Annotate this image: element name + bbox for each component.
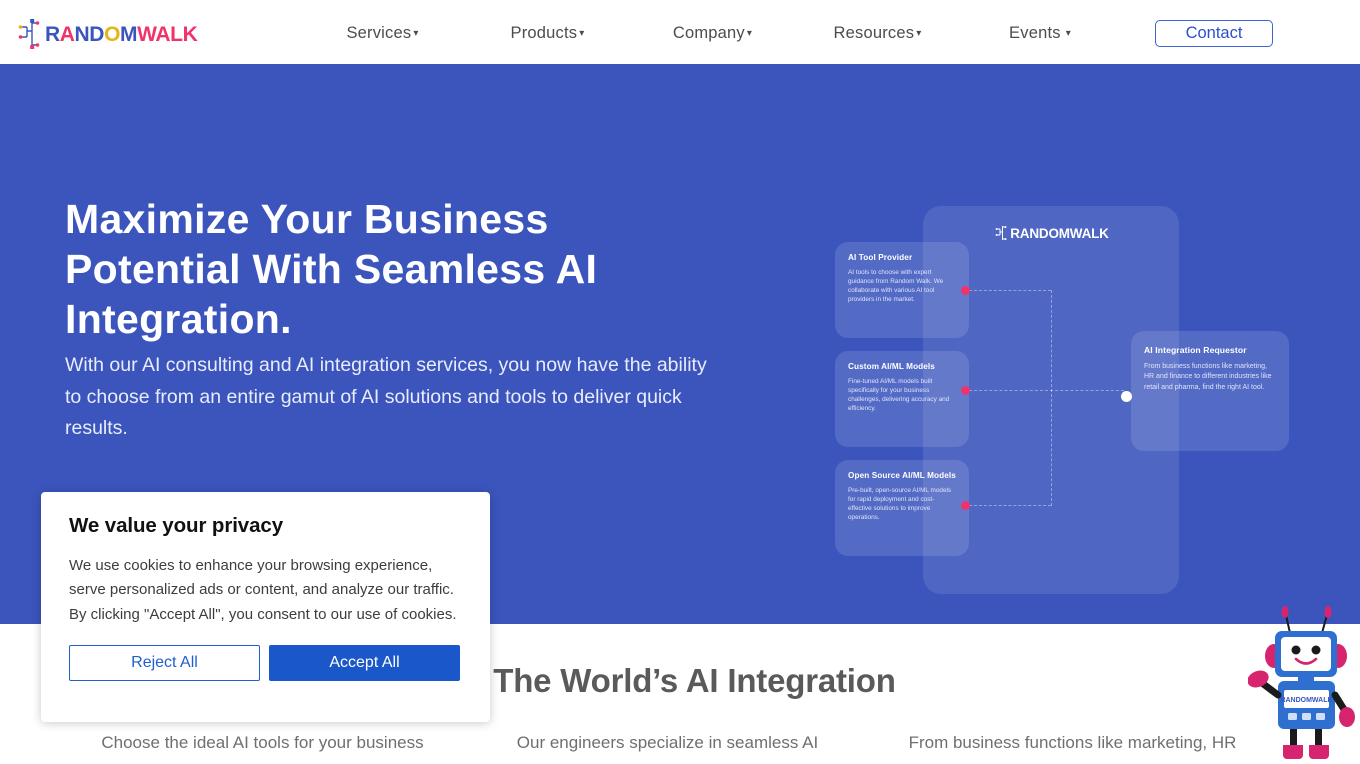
chevron-down-icon: ▾ (746, 28, 753, 39)
diagram-brand-logo: RANDOMWALK (952, 222, 1152, 244)
randomwalk-logo[interactable]: RANDOMWALK (18, 12, 198, 56)
feature-column-3: From business functions like marketing, … (908, 733, 1237, 752)
feature-columns: Choose the ideal AI tools for your busin… (0, 730, 1360, 756)
reject-all-button[interactable]: Reject All (69, 644, 260, 681)
feature-column-2: Our engineers specialize in seamless AI (516, 733, 819, 752)
cookie-dialog-heading: We value your privacy (69, 514, 284, 537)
contact-button-label: Contact (1185, 24, 1243, 42)
cookie-dialog-body: We use cookies to enhance your browsing … (69, 557, 457, 623)
diagram-card-title: AI Integration Requestor (1144, 345, 1247, 355)
diagram-card-body: Pre-built, open-source AI/ML models for … (848, 486, 952, 521)
nav-item-events[interactable]: Events ▾ (1009, 24, 1071, 43)
diagram-card-body: AI tools to choose with expert guidance … (848, 268, 944, 303)
diagram-card-custom-models: Custom AI/ML Models Fine-tuned AI/ML mod… (835, 351, 969, 447)
contact-button[interactable]: Contact (1155, 20, 1273, 47)
nav-slot-company: Company ▾ (630, 24, 795, 43)
diagram-wire-1 (969, 290, 1051, 291)
diagram-node-dot-1 (961, 286, 970, 295)
nav-slot-events: Events ▾ (960, 24, 1120, 43)
feature-column-1: Choose the ideal AI tools for your busin… (101, 733, 424, 752)
diagram-card-title: AI Tool Provider (848, 253, 913, 262)
hero-title: Maximize Your Business Potential With Se… (65, 196, 598, 343)
chevron-down-icon: ▾ (916, 28, 922, 39)
cookie-consent-dialog: We value your privacy We use cookies to … (41, 492, 490, 722)
logo-circuit-icon (18, 19, 40, 49)
page-root: RANDOMWALK Services ▾ Products ▾ Company… (0, 0, 1360, 764)
diagram-card-title: Custom AI/ML Models (848, 362, 935, 371)
diagram-wire-3 (969, 505, 1051, 506)
chevron-down-icon: ▾ (413, 28, 419, 39)
nav-item-products-label: Products (510, 23, 578, 42)
diagram-card-ai-tool-provider: AI Tool Provider AI tools to choose with… (835, 242, 969, 338)
site-header: RANDOMWALK Services ▾ Products ▾ Company… (0, 0, 1360, 66)
diagram-node-dot-3 (961, 501, 970, 510)
nav-item-services[interactable]: Services ▾ (346, 24, 418, 43)
chevron-down-icon: ▾ (579, 28, 585, 39)
diagram-card-body: From business functions like marketing, … (1144, 363, 1272, 391)
accept-all-label: Accept All (329, 653, 400, 671)
nav-item-company[interactable]: Company ▾ (673, 24, 752, 43)
nav-item-company-label: Company (672, 23, 745, 42)
cookie-dialog-actions: Reject All Accept All (69, 644, 462, 681)
logo-circuit-icon (995, 226, 1007, 240)
accept-all-button[interactable]: Accept All (269, 644, 460, 681)
svg-text:RANDOMWALK: RANDOMWALK (1280, 697, 1332, 704)
diagram-wire-2 (969, 390, 1124, 391)
main-navigation: Services ▾ Products ▾ Company ▾ Resource… (300, 0, 1120, 66)
nav-item-products[interactable]: Products ▾ (511, 24, 585, 43)
diagram-node-dot-2 (961, 386, 970, 395)
nav-slot-products: Products ▾ (465, 24, 630, 43)
nav-item-services-label: Services (346, 23, 412, 42)
diagram-node-dot-requestor (1121, 391, 1132, 402)
chevron-down-icon: ▾ (1065, 28, 1071, 39)
ai-integration-diagram: RANDOMWALK AI Tool Provider AI tools to … (820, 126, 1320, 606)
diagram-brand-logo-text: RANDOMWALK (1010, 225, 1109, 241)
diagram-card-ai-integration-requestor: AI Integration Requestor From business f… (1131, 331, 1289, 451)
nav-item-resources-label: Resources (833, 23, 915, 42)
hero-subtitle: With our AI consulting and AI integratio… (65, 354, 707, 440)
nav-slot-resources: Resources ▾ (795, 24, 960, 43)
reject-all-label: Reject All (131, 653, 198, 671)
nav-item-events-label: Events (1009, 23, 1061, 42)
diagram-card-open-source-models: Open Source AI/ML Models Pre-built, open… (835, 460, 969, 556)
diagram-wire-vertical (1051, 290, 1052, 506)
diagram-card-title: Open Source AI/ML Models (848, 471, 956, 480)
nav-slot-services: Services ▾ (300, 24, 465, 43)
nav-item-resources[interactable]: Resources ▾ (834, 24, 922, 43)
diagram-card-body: Fine-tuned AI/ML models built specifical… (848, 377, 950, 412)
logo-wordmark: RANDOMWALK (45, 22, 198, 46)
randomwalk-robot-mascot[interactable]: RANDOMWALK (1248, 603, 1360, 764)
